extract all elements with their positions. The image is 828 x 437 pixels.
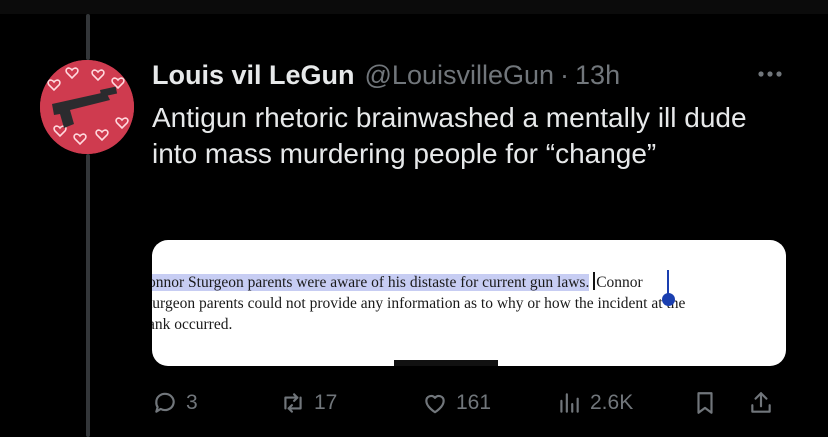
- separator-dot: ·: [560, 59, 570, 90]
- selection-handle: [662, 293, 675, 306]
- views-count: 2.6K: [590, 391, 634, 414]
- like-count: 161: [456, 391, 492, 414]
- document-line-1: onnor Sturgeon parents were aware of his…: [152, 272, 786, 293]
- document-line-1-rest: Connor: [596, 274, 643, 291]
- avatar-image: [40, 60, 134, 154]
- more-horizontal-icon: [758, 71, 782, 77]
- reply-button[interactable]: 3: [152, 383, 198, 423]
- reply-icon: [155, 392, 175, 413]
- tweet-text: Antigun rhetoric brainwashed a mentally …: [152, 102, 747, 169]
- document-bar: [394, 360, 498, 366]
- views-button[interactable]: 2.6K: [556, 383, 633, 423]
- reply-count: 3: [186, 391, 198, 414]
- display-name[interactable]: Louis vil LeGun: [152, 60, 355, 91]
- repost-count: 17: [314, 391, 338, 414]
- document-line-3: ank occurred.: [152, 316, 233, 333]
- bookmark-icon: [697, 392, 713, 414]
- like-button[interactable]: 161: [422, 383, 491, 423]
- tweet-actions: 3 17 161 2.6K: [152, 383, 792, 423]
- tweet-header: Louis vil LeGun @LouisvilleGun · 13h: [152, 57, 620, 93]
- like-icon: [425, 394, 445, 414]
- more-options-button[interactable]: [750, 58, 790, 90]
- views-icon: [560, 393, 579, 413]
- share-button[interactable]: [748, 383, 774, 423]
- avatar[interactable]: [40, 60, 134, 154]
- document-line-2: turgeon parents could not provide any in…: [152, 295, 686, 312]
- repost-button[interactable]: 17: [280, 383, 337, 423]
- thread-line-bottom: [86, 154, 90, 437]
- timestamp[interactable]: 13h: [575, 60, 620, 91]
- highlighted-text: onnor Sturgeon parents were aware of his…: [152, 274, 590, 291]
- repost-icon: [284, 393, 302, 413]
- document-text: onnor Sturgeon parents were aware of his…: [152, 272, 786, 335]
- bookmark-button[interactable]: [692, 383, 718, 423]
- top-bar: [0, 0, 828, 14]
- share-icon: [751, 392, 771, 413]
- thread-line-top: [86, 14, 90, 60]
- text-caret: [593, 272, 596, 290]
- tweet-media-image[interactable]: onnor Sturgeon parents were aware of his…: [152, 240, 786, 366]
- user-handle[interactable]: @LouisvilleGun: [365, 60, 555, 91]
